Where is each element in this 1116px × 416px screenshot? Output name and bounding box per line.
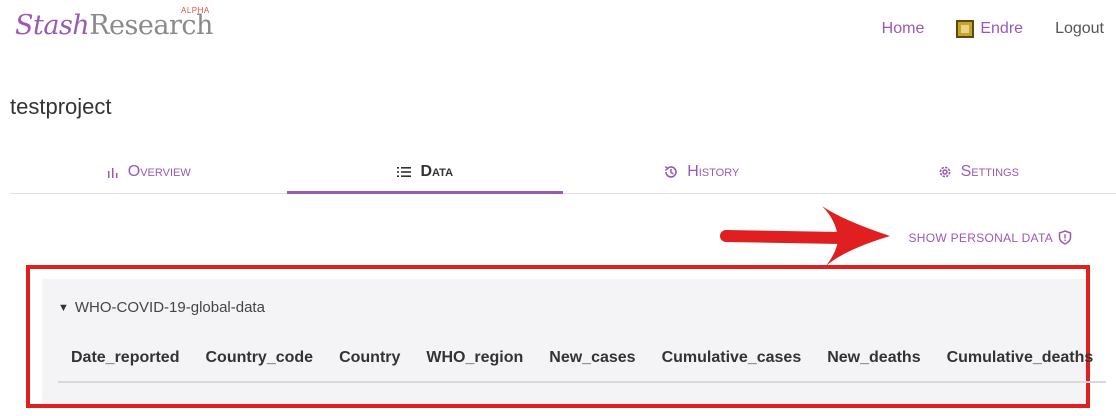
expand-triangle-icon: ▼ [58,301,69,314]
logo-text-stash: Stash [15,10,90,41]
top-nav: Home Endre Logout [882,20,1104,38]
nav-user-link[interactable]: Endre [956,20,1023,38]
nav-home-link[interactable]: Home [882,20,925,38]
column-header: Cumulative_deaths [933,341,1107,383]
alpha-badge: ALPHA [181,6,210,15]
history-icon [663,164,679,180]
tab-overview[interactable]: Overview [10,150,287,193]
logo-link[interactable]: Stash Research ALPHA [15,6,213,46]
user-avatar [956,20,975,38]
list-icon [396,165,412,179]
show-personal-data-label: SHOW PERSONAL DATA [908,230,1053,245]
shield-icon [1058,230,1072,245]
column-header: Country [326,341,414,383]
dataset-name: WHO-COVID-19-global-data [74,299,265,316]
table-header-row: Date_reported Country_code Country WHO_r… [58,341,1107,383]
annotation-arrow [720,206,890,266]
column-header: Date_reported [58,341,193,383]
column-header: New_cases [536,341,649,383]
tab-data[interactable]: Data [286,150,564,194]
project-title: testproject [10,94,112,119]
tab-settings-label: Settings [960,162,1019,180]
project-tabs: Overview Data History Settings [10,150,1116,194]
tab-settings[interactable]: Settings [840,150,1116,193]
column-header: Cumulative_cases [648,341,815,383]
dataset-toggle[interactable]: ▼ WHO-COVID-19-global-data [58,299,265,316]
tab-overview-label: Overview [127,162,191,180]
tab-history-label: History [687,162,740,180]
column-header: New_deaths [814,341,934,383]
nav-logout-link[interactable]: Logout [1055,20,1104,38]
bar-chart-icon [106,165,120,179]
gear-icon [937,164,953,180]
tab-history[interactable]: History [563,150,840,193]
tab-data-label: Data [420,162,454,180]
user-name: Endre [980,20,1024,37]
column-header: WHO_region [413,341,537,383]
dataset-panel: ▼ WHO-COVID-19-global-data Date_reported… [42,279,1107,404]
column-header: Country_code [192,341,327,383]
dataset-columns-table: Date_reported Country_code Country WHO_r… [58,341,1107,383]
show-personal-data-button[interactable]: SHOW PERSONAL DATA [908,230,1072,245]
